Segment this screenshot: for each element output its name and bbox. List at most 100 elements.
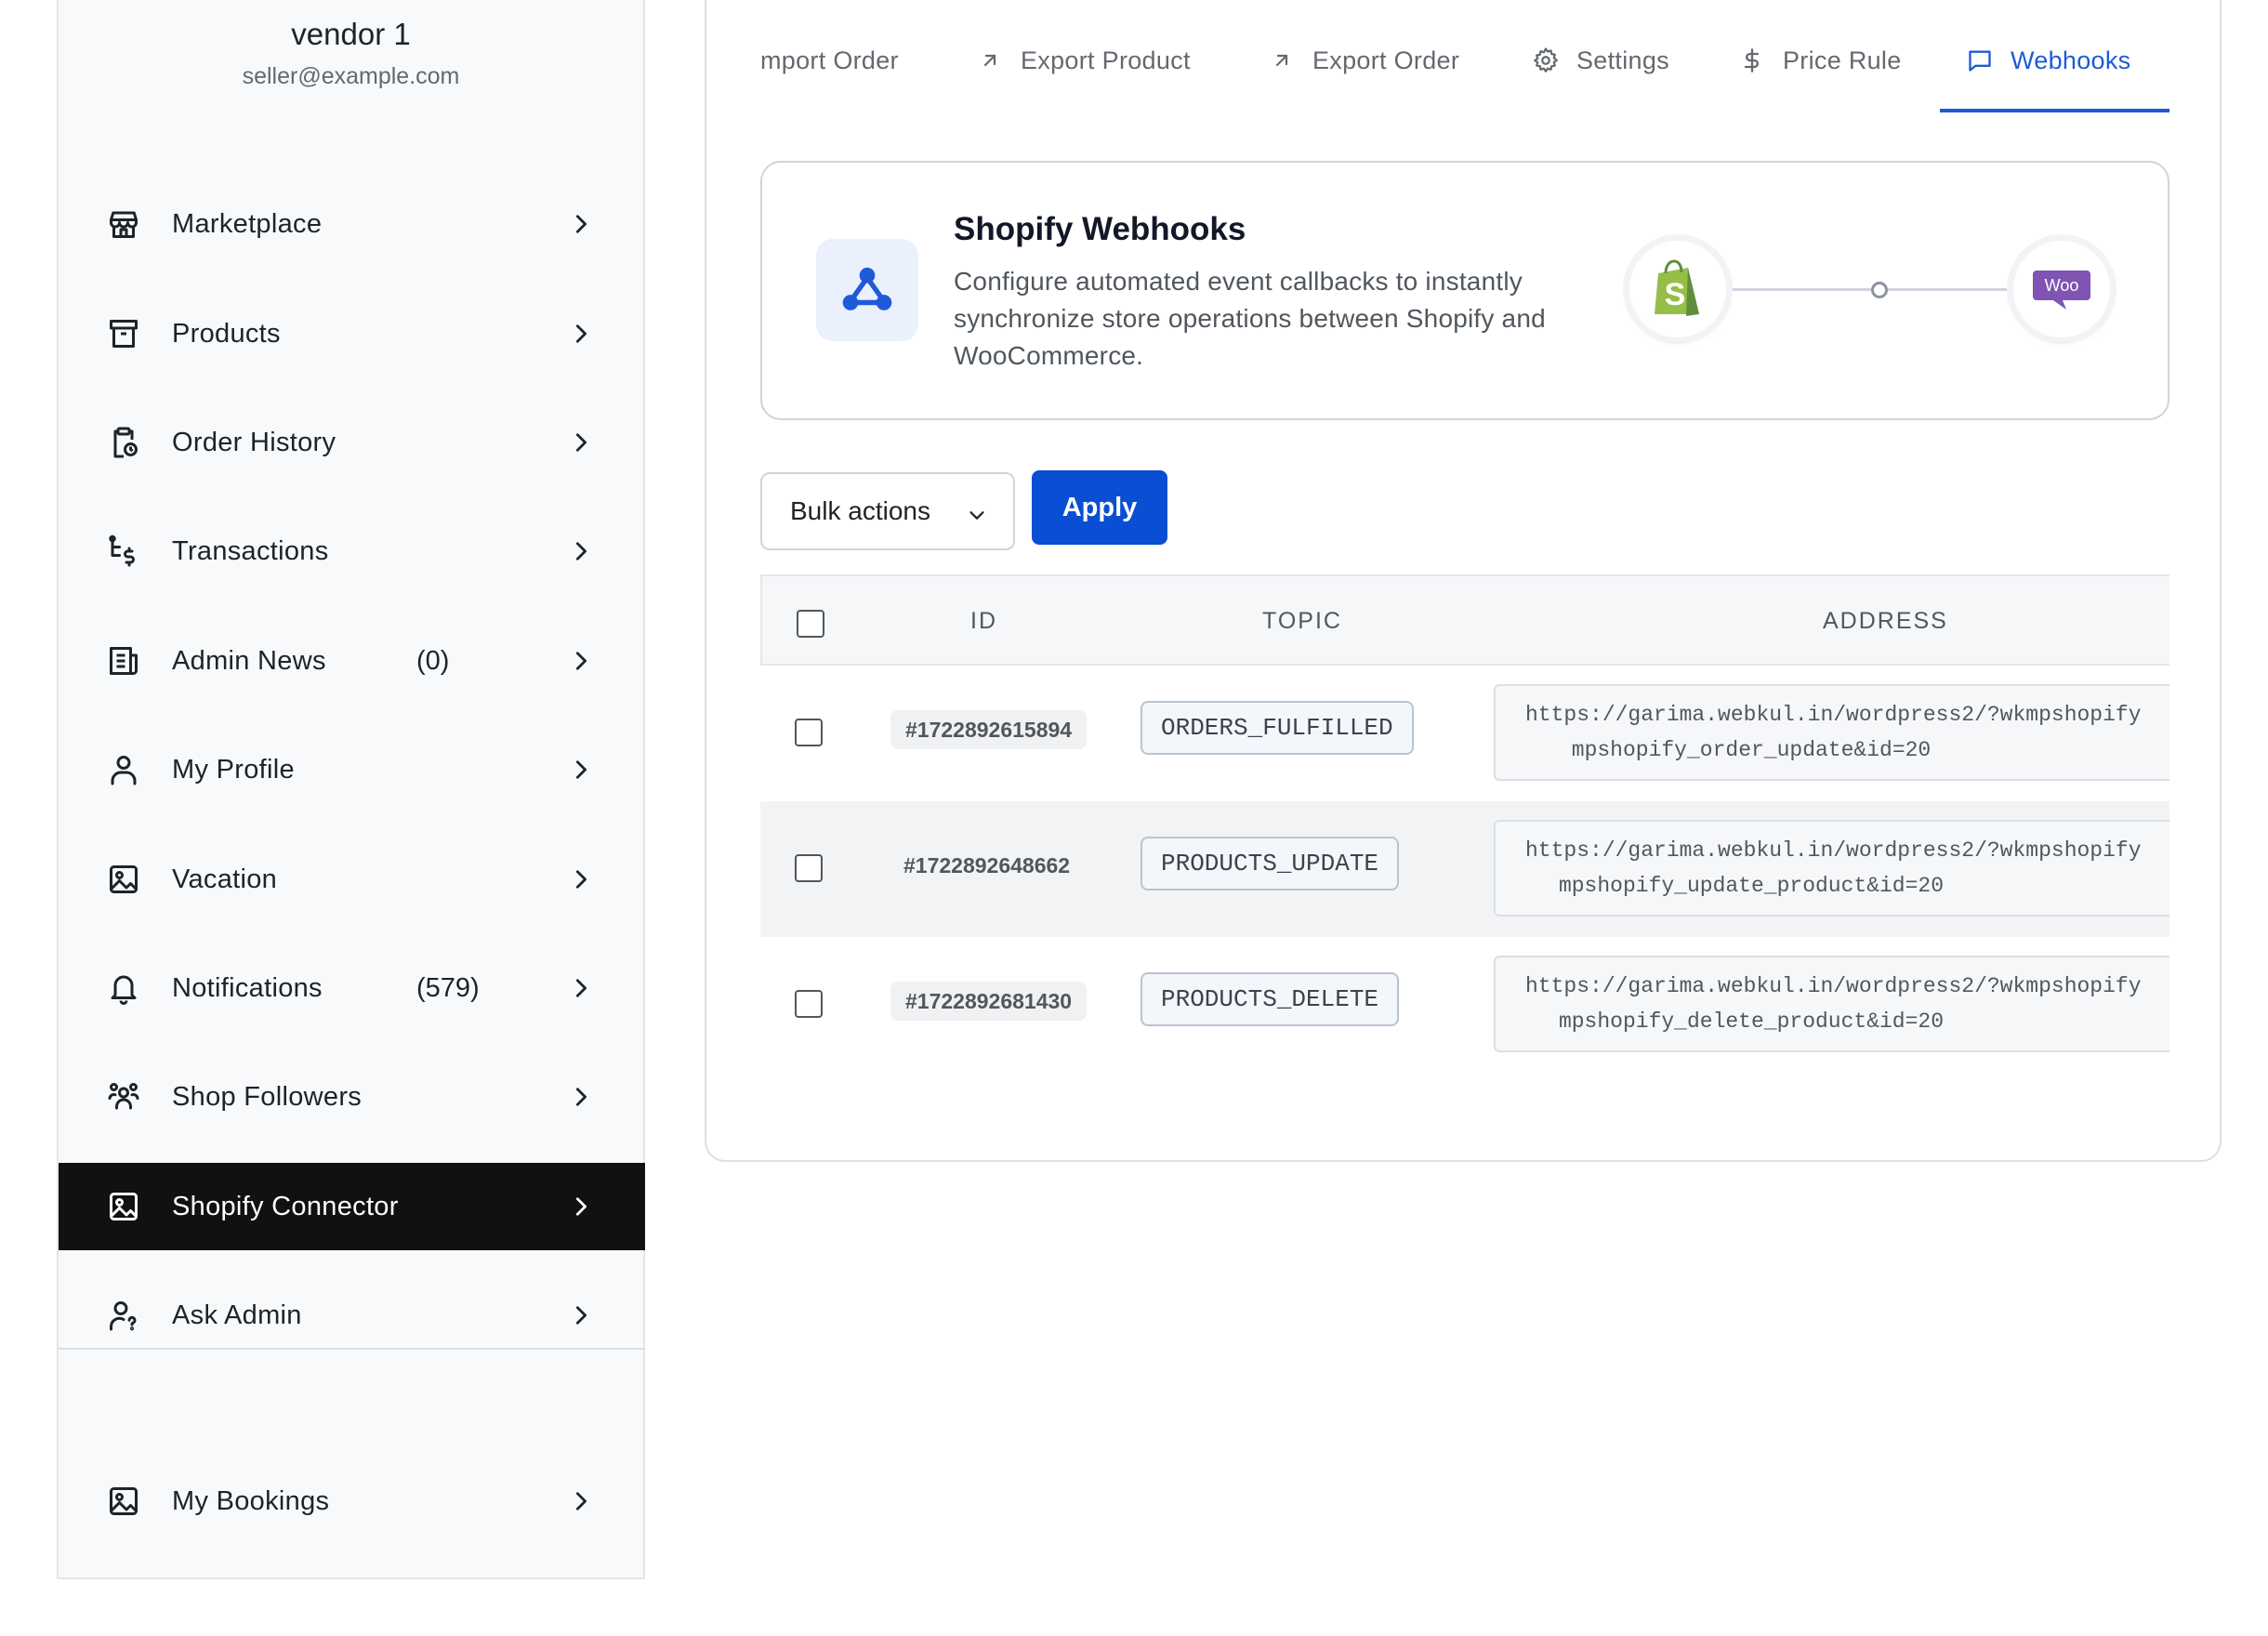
image-icon (105, 1188, 142, 1225)
sidebar-item-products[interactable]: Products (59, 290, 645, 377)
row-checkbox[interactable] (795, 719, 823, 746)
chevron-down-icon (967, 502, 987, 532)
sidebar-item-ask-admin[interactable]: Ask Admin (59, 1272, 645, 1359)
main-panel: mport Order Export Product Export Order … (705, 0, 2222, 1162)
tab-bar: mport Order Export Product Export Order … (706, 0, 2220, 116)
webhook-topic: ORDERS_FULFILLED (1141, 701, 1414, 755)
webhook-id: #1722892648662 (903, 852, 1071, 877)
webhook-id: #1722892615894 (890, 710, 1088, 749)
transactions-icon (105, 533, 142, 570)
chevron-right-icon (568, 757, 594, 783)
sidebar-item-count: (579) (416, 972, 480, 1003)
webhook-icon (816, 239, 918, 341)
row-checkbox[interactable] (795, 990, 823, 1018)
archive-icon (105, 315, 142, 352)
chevron-right-icon (568, 975, 594, 1001)
chevron-right-icon (568, 429, 594, 455)
sidebar-item-label: Shopify Connector (172, 1191, 399, 1221)
store-icon (105, 205, 142, 243)
table-row: #1722892681430 PRODUCTS_DELETE https://g… (760, 937, 2169, 1067)
chevron-right-icon (568, 211, 594, 237)
tab-label: Price Rule (1783, 46, 1902, 74)
arrow-up-right-icon (1268, 46, 1296, 74)
webhooks-table: ID TOPIC ADDRESS #1722892615894 ORDERS_F… (760, 574, 2169, 1067)
sidebar-item-count: (0) (416, 645, 450, 676)
sidebar-item-label: Order History (172, 427, 336, 457)
bulk-actions-label: Bulk actions (790, 496, 930, 525)
column-header-id: ID (970, 608, 997, 634)
address-line-1: https://garima.webkul.in/wordpress2/?wkm… (1525, 974, 2142, 998)
vendor-email: seller@example.com (242, 63, 460, 89)
bell-icon (105, 970, 142, 1007)
user-icon (105, 751, 142, 788)
sidebar-item-shopify-connector[interactable]: Shopify Connector (59, 1163, 645, 1250)
chevron-right-icon (568, 1488, 594, 1514)
tab-import-order[interactable]: mport Order (760, 37, 899, 84)
tab-price-rule[interactable]: Price Rule (1738, 37, 1902, 84)
chevron-right-icon (568, 866, 594, 892)
image-icon (105, 1483, 142, 1520)
dollar-icon (1738, 46, 1766, 74)
news-icon (105, 642, 142, 679)
sidebar-item-transactions[interactable]: Transactions (59, 508, 645, 595)
sidebar-item-vacation[interactable]: Vacation (59, 836, 645, 923)
chevron-right-icon (568, 648, 594, 674)
chevron-right-icon (568, 1194, 594, 1220)
tab-settings[interactable]: Settings (1532, 37, 1669, 84)
row-checkbox[interactable] (795, 854, 823, 882)
address-line-2: mpshopify_update_product&id=20 (1558, 874, 1945, 898)
image-icon (105, 861, 142, 898)
sidebar-item-my-bookings[interactable]: My Bookings (59, 1458, 645, 1545)
shopify-logo-icon: S (1629, 241, 1726, 337)
tab-label: Settings (1576, 46, 1669, 74)
column-header-address: ADDRESS (1823, 608, 1948, 634)
sidebar-item-label: Vacation (172, 864, 278, 894)
sidebar-item-label: Transactions (172, 535, 329, 566)
sidebar-item-label: My Profile (172, 754, 295, 785)
webhook-address: https://garima.webkul.in/wordpress2/?wkm… (1494, 956, 2169, 1052)
sidebar-item-label: My Bookings (172, 1485, 330, 1516)
apply-button[interactable]: Apply (1032, 470, 1167, 545)
tab-export-order[interactable]: Export Order (1268, 37, 1459, 84)
sidebar-item-label: Notifications (172, 972, 323, 1003)
sidebar-item-order-history[interactable]: Order History (59, 399, 645, 486)
column-header-topic: TOPIC (1262, 608, 1342, 634)
table-row: #1722892648662 PRODUCTS_UPDATE https://g… (760, 801, 2169, 937)
address-line-1: https://garima.webkul.in/wordpress2/?wkm… (1525, 703, 2142, 727)
address-line-2: mpshopify_order_update&id=20 (1571, 738, 1932, 762)
webhook-topic: PRODUCTS_UPDATE (1141, 837, 1400, 891)
sidebar-divider (59, 1348, 645, 1350)
clipboard-clock-icon (105, 424, 142, 461)
tab-webhooks[interactable]: Webhooks (1966, 37, 2130, 84)
webhook-address: https://garima.webkul.in/wordpress2/?wkm… (1494, 684, 2169, 781)
address-line-1: https://garima.webkul.in/wordpress2/?wkm… (1525, 838, 2142, 863)
select-all-checkbox[interactable] (797, 610, 824, 638)
table-header: ID TOPIC ADDRESS (760, 574, 2169, 666)
sidebar-item-my-profile[interactable]: My Profile (59, 726, 645, 813)
webhook-address: https://garima.webkul.in/wordpress2/?wkm… (1494, 820, 2169, 917)
sidebar-item-shop-followers[interactable]: Shop Followers (59, 1053, 645, 1141)
tab-label: Webhooks (2011, 46, 2131, 74)
sidebar-item-label: Admin News (172, 645, 326, 676)
bulk-actions-select[interactable]: Bulk actions (760, 472, 1015, 550)
webhooks-info-card: Shopify Webhooks Configure automated eve… (760, 161, 2169, 420)
chevron-right-icon (568, 1084, 594, 1110)
table-row: #1722892615894 ORDERS_FULFILLED https://… (760, 666, 2169, 801)
sidebar-item-admin-news[interactable]: Admin News (0) (59, 617, 645, 705)
gear-icon (1532, 46, 1560, 74)
connector-dot (1871, 282, 1888, 298)
sidebar-item-notifications[interactable]: Notifications (579) (59, 944, 645, 1032)
sidebar-item-label: Ask Admin (172, 1300, 302, 1330)
message-square-icon (1966, 46, 1994, 74)
chevron-right-icon (568, 321, 594, 347)
webhook-topic: PRODUCTS_DELETE (1141, 972, 1400, 1026)
address-line-2: mpshopify_delete_product&id=20 (1558, 1009, 1945, 1034)
tab-export-product[interactable]: Export Product (976, 37, 1191, 84)
webhook-id: #1722892681430 (890, 982, 1088, 1021)
sidebar-item-marketplace[interactable]: Marketplace (59, 180, 645, 268)
chevron-right-icon (568, 538, 594, 564)
card-title: Shopify Webhooks (954, 211, 1246, 247)
sidebar-item-label: Shop Followers (172, 1081, 363, 1112)
sidebar: vendor 1 seller@example.com Marketplace … (57, 0, 645, 1579)
users-icon (105, 1078, 142, 1115)
